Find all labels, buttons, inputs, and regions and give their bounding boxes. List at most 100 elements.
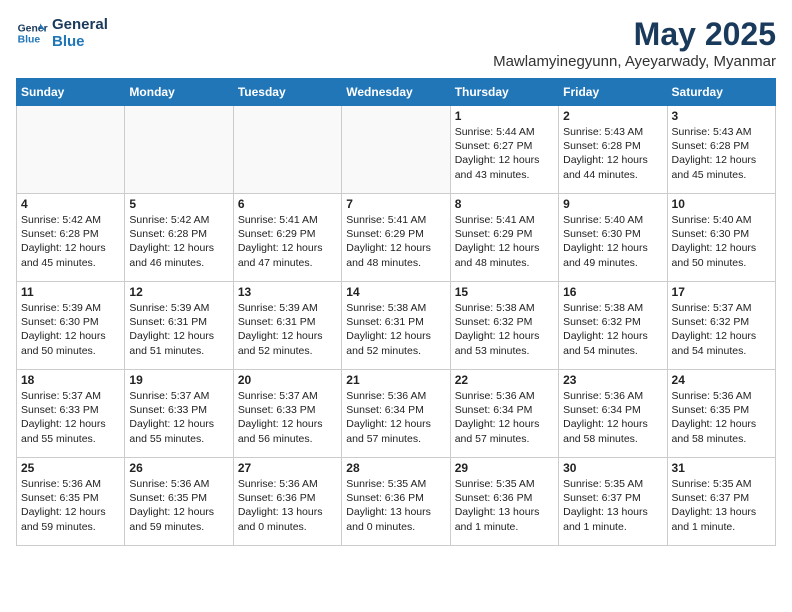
header-day-tuesday: Tuesday bbox=[233, 79, 341, 106]
calendar-cell: 11 Sunrise: 5:39 AMSunset: 6:30 PMDayligh… bbox=[17, 282, 125, 370]
day-info: Sunrise: 5:39 AMSunset: 6:30 PMDaylight:… bbox=[21, 301, 120, 358]
month-title: May 2025 bbox=[493, 16, 776, 53]
day-number: 11 bbox=[21, 285, 120, 299]
calendar-cell: 31 Sunrise: 5:35 AMSunset: 6:37 PMDayligh… bbox=[667, 458, 775, 546]
calendar-cell: 9 Sunrise: 5:40 AMSunset: 6:30 PMDaylight… bbox=[559, 194, 667, 282]
day-number: 24 bbox=[672, 373, 771, 387]
day-number: 26 bbox=[129, 461, 228, 475]
calendar: SundayMondayTuesdayWednesdayThursdayFrid… bbox=[16, 78, 776, 546]
week-row-5: 25 Sunrise: 5:36 AMSunset: 6:35 PMDayligh… bbox=[17, 458, 776, 546]
day-number: 2 bbox=[563, 109, 662, 123]
calendar-cell: 21 Sunrise: 5:36 AMSunset: 6:34 PMDayligh… bbox=[342, 370, 450, 458]
day-info: Sunrise: 5:44 AMSunset: 6:27 PMDaylight:… bbox=[455, 125, 554, 182]
day-info: Sunrise: 5:36 AMSunset: 6:35 PMDaylight:… bbox=[129, 477, 228, 534]
calendar-cell: 13Sunrise: 5:39 AMSunset: 6:31 PMDayligh… bbox=[233, 282, 341, 370]
day-info: Sunrise: 5:37 AMSunset: 6:33 PMDaylight:… bbox=[21, 389, 120, 446]
day-number: 29 bbox=[455, 461, 554, 475]
calendar-cell: 1 Sunrise: 5:44 AMSunset: 6:27 PMDaylight… bbox=[450, 106, 558, 194]
calendar-cell: 7Sunrise: 5:41 AMSunset: 6:29 PMDaylight… bbox=[342, 194, 450, 282]
title-block: May 2025 Mawlamyinegyunn, Ayeyarwady, My… bbox=[493, 16, 776, 70]
header-day-monday: Monday bbox=[125, 79, 233, 106]
calendar-cell: 17 Sunrise: 5:37 AMSunset: 6:32 PMDayligh… bbox=[667, 282, 775, 370]
calendar-cell: 26 Sunrise: 5:36 AMSunset: 6:35 PMDayligh… bbox=[125, 458, 233, 546]
header-day-thursday: Thursday bbox=[450, 79, 558, 106]
calendar-cell: 4Sunrise: 5:42 AMSunset: 6:28 PMDaylight… bbox=[17, 194, 125, 282]
calendar-cell: 2 Sunrise: 5:43 AMSunset: 6:28 PMDaylight… bbox=[559, 106, 667, 194]
calendar-cell: 29 Sunrise: 5:35 AMSunset: 6:36 PMDayligh… bbox=[450, 458, 558, 546]
page-header: General Blue General Blue May 2025 Mawla… bbox=[16, 16, 776, 70]
day-number: 28 bbox=[346, 461, 445, 475]
day-number: 30 bbox=[563, 461, 662, 475]
day-number: 10 bbox=[672, 197, 771, 211]
calendar-cell: 27Sunrise: 5:36 AMSunset: 6:36 PMDayligh… bbox=[233, 458, 341, 546]
calendar-cell bbox=[342, 106, 450, 194]
logo-line2: Blue bbox=[52, 33, 108, 50]
calendar-cell: 3 Sunrise: 5:43 AMSunset: 6:28 PMDaylight… bbox=[667, 106, 775, 194]
day-number: 3 bbox=[672, 109, 771, 123]
day-info: Sunrise: 5:35 AMSunset: 6:36 PMDaylight:… bbox=[346, 477, 445, 534]
week-row-3: 11 Sunrise: 5:39 AMSunset: 6:30 PMDayligh… bbox=[17, 282, 776, 370]
day-info: Sunrise: 5:36 AMSunset: 6:35 PMDaylight:… bbox=[672, 389, 771, 446]
header-day-saturday: Saturday bbox=[667, 79, 775, 106]
logo: General Blue General Blue bbox=[16, 16, 108, 51]
calendar-header-row: SundayMondayTuesdayWednesdayThursdayFrid… bbox=[17, 79, 776, 106]
day-info: Sunrise: 5:37 AMSunset: 6:33 PMDaylight:… bbox=[238, 389, 337, 446]
day-info: Sunrise: 5:37 AMSunset: 6:33 PMDaylight:… bbox=[129, 389, 228, 446]
calendar-cell: 24 Sunrise: 5:36 AMSunset: 6:35 PMDayligh… bbox=[667, 370, 775, 458]
calendar-cell: 8Sunrise: 5:41 AMSunset: 6:29 PMDaylight… bbox=[450, 194, 558, 282]
day-number: 17 bbox=[672, 285, 771, 299]
day-number: 5 bbox=[129, 197, 228, 211]
day-number: 16 bbox=[563, 285, 662, 299]
calendar-cell: 25Sunrise: 5:36 AMSunset: 6:35 PMDayligh… bbox=[17, 458, 125, 546]
day-info: Sunrise: 5:38 AMSunset: 6:32 PMDaylight:… bbox=[455, 301, 554, 358]
day-number: 4 bbox=[21, 197, 120, 211]
day-info: Sunrise: 5:38 AMSunset: 6:32 PMDaylight:… bbox=[563, 301, 662, 358]
day-info: Sunrise: 5:42 AMSunset: 6:28 PMDaylight:… bbox=[129, 213, 228, 270]
calendar-cell: 20 Sunrise: 5:37 AMSunset: 6:33 PMDayligh… bbox=[233, 370, 341, 458]
day-number: 20 bbox=[238, 373, 337, 387]
day-number: 9 bbox=[563, 197, 662, 211]
day-info: Sunrise: 5:36 AMSunset: 6:34 PMDaylight:… bbox=[455, 389, 554, 446]
week-row-4: 18 Sunrise: 5:37 AMSunset: 6:33 PMDayligh… bbox=[17, 370, 776, 458]
calendar-cell: 14 Sunrise: 5:38 AMSunset: 6:31 PMDayligh… bbox=[342, 282, 450, 370]
day-number: 6 bbox=[238, 197, 337, 211]
day-info: Sunrise: 5:40 AMSunset: 6:30 PMDaylight:… bbox=[672, 213, 771, 270]
day-info: Sunrise: 5:40 AMSunset: 6:30 PMDaylight:… bbox=[563, 213, 662, 270]
day-number: 25 bbox=[21, 461, 120, 475]
day-number: 27 bbox=[238, 461, 337, 475]
day-info: Sunrise: 5:41 AMSunset: 6:29 PMDaylight:… bbox=[455, 213, 554, 270]
calendar-cell: 23Sunrise: 5:36 AMSunset: 6:34 PMDayligh… bbox=[559, 370, 667, 458]
day-info: Sunrise: 5:36 AMSunset: 6:34 PMDaylight:… bbox=[346, 389, 445, 446]
calendar-cell: 16 Sunrise: 5:38 AMSunset: 6:32 PMDayligh… bbox=[559, 282, 667, 370]
calendar-cell: 22 Sunrise: 5:36 AMSunset: 6:34 PMDayligh… bbox=[450, 370, 558, 458]
day-info: Sunrise: 5:39 AMSunset: 6:31 PMDaylight:… bbox=[129, 301, 228, 358]
day-info: Sunrise: 5:38 AMSunset: 6:31 PMDaylight:… bbox=[346, 301, 445, 358]
subtitle: Mawlamyinegyunn, Ayeyarwady, Myanmar bbox=[493, 53, 776, 70]
day-number: 21 bbox=[346, 373, 445, 387]
calendar-cell bbox=[17, 106, 125, 194]
day-info: Sunrise: 5:41 AMSunset: 6:29 PMDaylight:… bbox=[346, 213, 445, 270]
calendar-cell: 6Sunrise: 5:41 AMSunset: 6:29 PMDaylight… bbox=[233, 194, 341, 282]
calendar-cell: 30Sunrise: 5:35 AMSunset: 6:37 PMDayligh… bbox=[559, 458, 667, 546]
calendar-cell: 19 Sunrise: 5:37 AMSunset: 6:33 PMDayligh… bbox=[125, 370, 233, 458]
header-day-friday: Friday bbox=[559, 79, 667, 106]
day-info: Sunrise: 5:35 AMSunset: 6:37 PMDaylight:… bbox=[672, 477, 771, 534]
day-number: 15 bbox=[455, 285, 554, 299]
header-day-sunday: Sunday bbox=[17, 79, 125, 106]
day-number: 22 bbox=[455, 373, 554, 387]
day-number: 23 bbox=[563, 373, 662, 387]
day-info: Sunrise: 5:37 AMSunset: 6:32 PMDaylight:… bbox=[672, 301, 771, 358]
day-number: 14 bbox=[346, 285, 445, 299]
day-info: Sunrise: 5:43 AMSunset: 6:28 PMDaylight:… bbox=[672, 125, 771, 182]
calendar-cell: 10 Sunrise: 5:40 AMSunset: 6:30 PMDayligh… bbox=[667, 194, 775, 282]
day-number: 1 bbox=[455, 109, 554, 123]
day-number: 31 bbox=[672, 461, 771, 475]
calendar-cell: 12 Sunrise: 5:39 AMSunset: 6:31 PMDayligh… bbox=[125, 282, 233, 370]
day-number: 12 bbox=[129, 285, 228, 299]
day-number: 19 bbox=[129, 373, 228, 387]
day-info: Sunrise: 5:43 AMSunset: 6:28 PMDaylight:… bbox=[563, 125, 662, 182]
week-row-2: 4 Sunrise: 5:42 AMSunset: 6:28 PMDaylight… bbox=[17, 194, 776, 282]
day-info: Sunrise: 5:35 AMSunset: 6:36 PMDaylight:… bbox=[455, 477, 554, 534]
day-number: 18 bbox=[21, 373, 120, 387]
calendar-cell: 15 Sunrise: 5:38 AMSunset: 6:32 PMDayligh… bbox=[450, 282, 558, 370]
